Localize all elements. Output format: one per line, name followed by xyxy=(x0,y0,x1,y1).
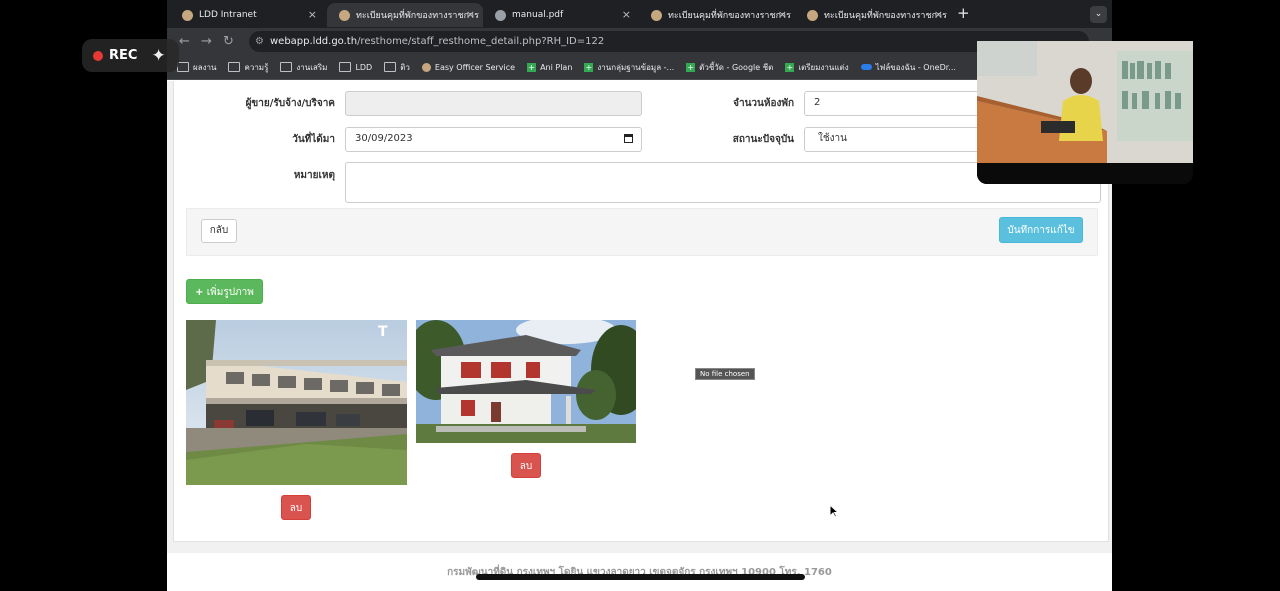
site-info-icon[interactable]: ⚙ xyxy=(255,31,264,52)
folder-icon xyxy=(280,62,293,72)
forward-arrow-icon[interactable]: → xyxy=(201,34,212,49)
calendar-icon[interactable] xyxy=(624,134,633,143)
tab-manual-pdf[interactable]: manual.pdf × xyxy=(483,3,639,27)
bookmark-label: ติว xyxy=(400,62,410,72)
photo-building-1: T xyxy=(186,320,407,485)
close-tab-icon[interactable]: × xyxy=(466,8,475,21)
file-input-tooltip: No file chosen xyxy=(695,368,755,380)
browser-window: LDD Intranet × ทะเบียนคุมที่พักของทางราช… xyxy=(167,0,1112,591)
add-image-button[interactable]: + เพิ่มรูปภาพ xyxy=(186,279,263,304)
tab-search-button[interactable]: ⌄ xyxy=(1090,6,1107,23)
tab-ldd-intranet[interactable]: LDD Intranet × xyxy=(170,3,325,27)
detail-card: ผู้ขาย/รับจ้าง/บริจาค จำนวนห้องพัก 2 วัน… xyxy=(173,81,1109,542)
bookmark-label: Ani Plan xyxy=(540,62,573,72)
site-logo-icon xyxy=(651,9,662,21)
bookmark-label: ตัวชี้วัด - Google ชีต xyxy=(699,62,774,72)
folder-icon xyxy=(384,62,397,72)
bookmark-label: ไฟล์ของฉัน - OneDr... xyxy=(875,62,956,72)
plus-icon: + xyxy=(195,287,204,298)
seller-field xyxy=(345,91,642,116)
tab-title: manual.pdf xyxy=(512,10,564,20)
recording-indicator: REC ✦ xyxy=(82,39,179,72)
bookmark-label: LDD xyxy=(355,62,373,72)
tab-title: LDD Intranet xyxy=(199,10,257,20)
delete-image-button[interactable]: ลบ xyxy=(281,495,311,520)
sheets-icon: + xyxy=(785,62,795,72)
globe-icon xyxy=(495,9,506,21)
back-arrow-icon[interactable]: ← xyxy=(179,34,190,49)
site-logo-icon xyxy=(807,9,818,21)
mouse-cursor-icon xyxy=(829,504,839,518)
tab-title: ทะเบียนคุมที่พักของทางราชการ xyxy=(668,11,791,21)
tab-bar: LDD Intranet × ทะเบียนคุมที่พักของทางราช… xyxy=(167,0,1112,28)
bookmark-folder[interactable]: ผลงาน xyxy=(177,61,216,74)
url-host: webapp.ldd.go.th xyxy=(270,36,358,47)
bookmark-label: งานเสริม xyxy=(296,62,328,72)
new-tab-button[interactable]: + xyxy=(957,4,970,22)
bookmark-label: Easy Officer Service xyxy=(434,62,516,72)
bookmark-link[interactable]: ไฟล์ของฉัน - OneDr... xyxy=(860,61,956,74)
close-tab-icon[interactable]: × xyxy=(622,8,631,21)
onedrive-icon xyxy=(860,64,872,70)
bookmark-label: ความรู้ xyxy=(244,62,269,72)
url-path: /resthome/staff_resthome_detail.php?RH_I… xyxy=(357,36,605,47)
bookmark-label: ผลงาน xyxy=(193,62,217,72)
bookmark-folder[interactable]: LDD xyxy=(339,62,372,72)
status-label: สถานะปัจจุบัน xyxy=(732,134,794,145)
site-logo-icon xyxy=(182,9,193,21)
bookmark-link[interactable]: + ตัวชี้วัด - Google ชีต xyxy=(686,61,773,74)
sheets-icon: + xyxy=(527,62,537,72)
browser-toolbar: ← → ↻ ⚙ webapp.ldd.go.th/resthome/staff_… xyxy=(167,28,1112,55)
sparkle-icon[interactable]: ✦ xyxy=(151,46,165,66)
site-logo-icon xyxy=(421,62,431,72)
reload-icon[interactable]: ↻ xyxy=(223,34,234,49)
bookmark-label: เตรียมงานแต่ง xyxy=(798,62,849,72)
close-tab-icon[interactable]: × xyxy=(778,8,787,21)
home-indicator xyxy=(476,574,805,580)
close-tab-icon[interactable]: × xyxy=(308,8,317,21)
bookmark-link[interactable]: Easy Officer Service xyxy=(421,62,516,72)
tab-resthome-active[interactable]: ทะเบียนคุมที่พักของทางราชการ × xyxy=(327,3,483,27)
tab-title: ทะเบียนคุมที่พักของทางราชการ xyxy=(824,11,947,21)
address-bar[interactable]: ⚙ webapp.ldd.go.th/resthome/staff_restho… xyxy=(249,31,1089,52)
photo-house-2 xyxy=(416,320,636,443)
delete-image-button[interactable]: ลบ xyxy=(511,453,541,478)
add-image-label: เพิ่มรูปภาพ xyxy=(206,287,254,298)
site-logo-icon xyxy=(339,9,350,21)
bookmark-link[interactable]: + งานกลุ่มฐานข้อมูล -... xyxy=(584,61,674,74)
bookmark-folder[interactable]: ติว xyxy=(384,61,410,74)
webcam-overlay xyxy=(977,41,1193,184)
bookmark-label: งานกลุ่มฐานข้อมูล -... xyxy=(597,62,675,72)
recording-label: REC xyxy=(109,48,138,63)
rooms-label: จำนวนห้องพัก xyxy=(733,98,794,109)
tab-title: ทะเบียนคุมที่พักของทางราชการ xyxy=(356,11,479,21)
seller-label: ผู้ขาย/รับจ้าง/บริจาค xyxy=(245,98,335,109)
tab-resthome-2[interactable]: ทะเบียนคุมที่พักของทางราชการ × xyxy=(639,3,795,27)
record-dot-icon xyxy=(93,50,103,61)
form-action-bar: กลับ บันทึกการแก้ไข xyxy=(186,208,1098,256)
folder-icon xyxy=(228,62,241,72)
date-label: วันที่ได้มา xyxy=(292,134,335,145)
bookmark-folder[interactable]: ความรู้ xyxy=(228,61,268,74)
bookmark-link[interactable]: + Ani Plan xyxy=(527,62,573,72)
save-changes-button[interactable]: บันทึกการแก้ไข xyxy=(999,217,1083,243)
note-label: หมายเหตุ xyxy=(293,170,335,181)
bookmark-link[interactable]: + เตรียมงานแต่ง xyxy=(785,61,849,74)
sheets-icon: + xyxy=(584,62,594,72)
back-button[interactable]: กลับ xyxy=(201,219,237,243)
folder-icon xyxy=(339,62,352,72)
page-content: ผู้ขาย/รับจ้าง/บริจาค จำนวนห้องพัก 2 วัน… xyxy=(167,81,1112,591)
close-tab-icon[interactable]: × xyxy=(934,8,943,21)
watermark-text: T xyxy=(378,324,388,340)
date-field[interactable]: 30/09/2023 xyxy=(345,127,642,152)
date-value: 30/09/2023 xyxy=(355,133,413,144)
bookmarks-bar: ผลงาน ความรู้ งานเสริม LDD ติว Easy Offi… xyxy=(167,55,1112,80)
tab-resthome-3[interactable]: ทะเบียนคุมที่พักของทางราชการ × xyxy=(795,3,951,27)
bookmark-folder[interactable]: งานเสริม xyxy=(280,61,327,74)
sheets-icon: + xyxy=(686,62,696,72)
